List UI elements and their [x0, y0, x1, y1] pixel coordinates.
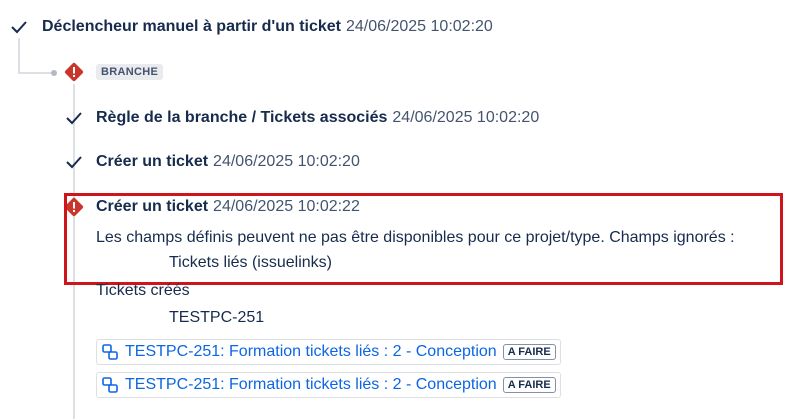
error-highlight-box [64, 193, 783, 285]
branch-connector [18, 72, 54, 74]
trigger-row: Déclencheur manuel à partir d'un ticket … [42, 16, 493, 38]
trigger-timestamp: 24/06/2025 10:02:20 [346, 18, 493, 35]
branch-lozenge: BRANCHE [96, 64, 164, 80]
step-timestamp: 24/06/2025 10:02:20 [392, 109, 540, 126]
step-row-create-ticket: Créer un ticket 24/06/2025 10:02:20 [96, 151, 360, 173]
linked-issue-card[interactable]: TESTPC-251: Formation tickets liés : 2 -… [96, 339, 561, 365]
linked-issue-link[interactable]: TESTPC-251: Formation tickets liés : 2 -… [125, 343, 497, 361]
step-timestamp: 24/06/2025 10:02:20 [213, 153, 360, 170]
status-badge: A FAIRE [502, 377, 556, 393]
trigger-title: Déclencheur manuel à partir d'un ticket [42, 18, 341, 35]
subtask-icon [102, 377, 118, 393]
branch-connector-dot [51, 70, 57, 76]
status-badge: A FAIRE [502, 344, 556, 360]
step-row-branch-rule: Règle de la branche / Tickets associés 2… [96, 107, 539, 129]
step-title: Créer un ticket [96, 153, 209, 170]
trigger-connector [18, 38, 20, 74]
check-icon [66, 156, 82, 169]
created-tickets-label: Tickets créés [96, 282, 190, 299]
check-icon [11, 21, 27, 34]
step-title: Règle de la branche / Tickets associés [96, 109, 388, 126]
subtask-icon [102, 344, 118, 360]
linked-issue-card[interactable]: TESTPC-251: Formation tickets liés : 2 -… [96, 372, 561, 398]
check-icon [66, 112, 82, 125]
error-icon [64, 62, 84, 82]
audit-log-tree: Déclencheur manuel à partir d'un ticket … [0, 0, 800, 419]
created-ticket-key: TESTPC-251 [169, 309, 265, 326]
linked-issue-link[interactable]: TESTPC-251: Formation tickets liés : 2 -… [125, 376, 497, 394]
